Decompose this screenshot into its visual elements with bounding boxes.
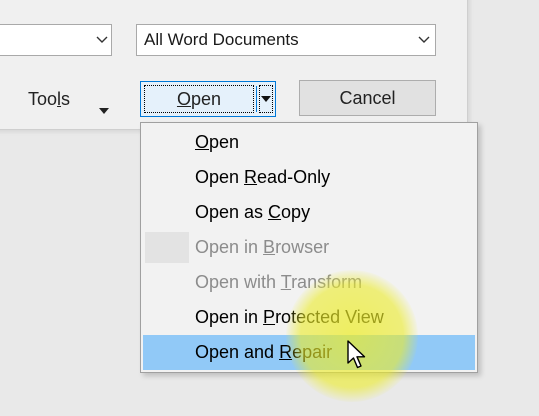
chevron-down-icon[interactable]: [417, 34, 431, 46]
menu-icon-placeholder: [145, 232, 189, 263]
file-name-combo[interactable]: [0, 24, 112, 56]
menu-item-open-and-repair[interactable]: Open and Repair: [143, 335, 475, 370]
menu-item-open[interactable]: Open: [143, 125, 475, 160]
tools-menu-button[interactable]: Tools: [28, 86, 109, 114]
menu-item-open-in-protected-view[interactable]: Open in Protected View: [143, 300, 475, 335]
menu-item-label: Open: [195, 132, 240, 152]
chevron-down-icon[interactable]: [95, 34, 109, 46]
file-type-combo[interactable]: All Word Documents: [136, 24, 436, 56]
menu-item-label: Open Read-Only: [195, 167, 331, 187]
menu-item-label: Open and Repair: [195, 342, 333, 362]
menu-item-label: Open in Protected View: [195, 307, 384, 327]
file-type-value: All Word Documents: [144, 30, 299, 49]
menu-item-open-with-transform: Open with Transform: [143, 265, 475, 300]
menu-item-open-read-only[interactable]: Open Read-Only: [143, 160, 475, 195]
open-split-button[interactable]: Open: [140, 81, 276, 117]
open-file-dialog: All Word Documents Tools Open Cancel: [0, 0, 468, 130]
menu-item-open-in-browser: Open in Browser: [143, 230, 475, 265]
menu-item-label: Open as Copy: [195, 202, 311, 222]
open-button[interactable]: Open: [144, 85, 254, 113]
screen: All Word Documents Tools Open Cancel Ope…: [0, 0, 539, 416]
menu-item-label: Open with Transform: [195, 272, 363, 292]
split-divider: [256, 86, 257, 112]
caret-down-icon: [99, 96, 109, 122]
open-options-dropdown[interactable]: [259, 85, 273, 113]
menu-item-open-as-copy[interactable]: Open as Copy: [143, 195, 475, 230]
menu-item-label: Open in Browser: [195, 237, 330, 257]
tools-label: Tools: [28, 89, 71, 109]
cancel-button[interactable]: Cancel: [299, 80, 436, 116]
open-options-menu: Open Open Read-Only Open as Copy Open in…: [140, 122, 478, 373]
